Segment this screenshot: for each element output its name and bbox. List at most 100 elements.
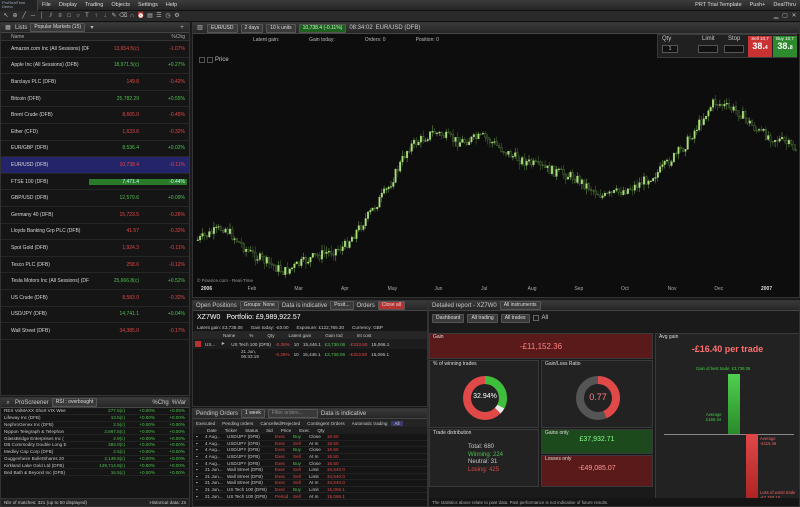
positions-tab[interactable]: Open Positions	[196, 303, 237, 309]
list-item[interactable]: Wall Street (DFB) 34,385.0 -0.17%	[1, 323, 189, 340]
report-tab[interactable]: Detailed report - XZ7W0	[432, 303, 497, 309]
window-max-icon[interactable]: ▢	[781, 12, 789, 20]
col-pct[interactable]: %Chg	[139, 34, 187, 40]
screener-selector[interactable]: RSI : overbought	[51, 398, 98, 407]
menu-trading[interactable]: Trading	[81, 2, 107, 8]
screener-title[interactable]: ProScreener	[15, 400, 49, 406]
menu-help[interactable]: Help	[162, 2, 181, 8]
list-item[interactable]: EUR/GBP (DFB) 8,536.4 +0.02%	[1, 141, 189, 158]
list-item[interactable]: Apple Inc (All Sessions) (DFB) 18,971.5(c…	[1, 58, 189, 75]
ord-col-ticker[interactable]: Ticker	[225, 428, 237, 433]
screener-row[interactable]: Lifeway Inc (DFB) 13.5(c) +0.00% +0.00%	[1, 415, 189, 422]
instrument-selector[interactable]: EUR/USD	[207, 23, 238, 33]
dealthru-menu[interactable]: DealThru	[769, 2, 800, 8]
screener-row[interactable]: Medley Cap Corp (DFB) 2.5(c) +0.00% +0.00%	[1, 449, 189, 456]
zoom-icon[interactable]: ⊕	[11, 12, 19, 20]
list-item[interactable]: Tesco PLC (DFB) 258.6 -0.12%	[1, 257, 189, 274]
order-row[interactable]: ▪ 21 Jun... Wall Street (DFB) Exec Sell Limit…	[193, 467, 427, 474]
fibonacci-icon[interactable]: ≡	[56, 12, 64, 20]
all-checkbox[interactable]	[532, 315, 539, 321]
template-menu[interactable]: PRT Trial Template	[691, 2, 745, 8]
orders-tab-item[interactable]: All	[391, 420, 403, 426]
orders-tab-item[interactable]: Automatic trading	[349, 421, 391, 426]
list-icon[interactable]: ☰	[155, 12, 163, 20]
rectangle-icon[interactable]: □	[65, 12, 73, 20]
menu-objects[interactable]: Objects	[107, 2, 134, 8]
ord-col-exec[interactable]: Exec	[299, 428, 309, 433]
add-icon[interactable]: +	[178, 24, 186, 32]
list-item[interactable]: Barclays PLC (DFB) 149.8 -0.42%	[1, 74, 189, 91]
list-item[interactable]: Germany 40 (DFB) 15,723.5 -0.26%	[1, 207, 189, 224]
list-item[interactable]: Amazon.com Inc (All Sessions) (DFB) 13,65…	[1, 41, 189, 58]
screener-row[interactable]: Bed Bath & Beyond Inc (DFB) 16.5(c) +0.00%…	[1, 469, 189, 476]
chart-type-icon[interactable]: ▥	[196, 24, 204, 32]
order-row[interactable]: ▪ 21 Jun... Wall Street (DFB) Exec Sell At m 3…	[193, 480, 427, 487]
orders-tab-item[interactable]: Cancelled/Rejected	[257, 421, 303, 426]
hline-icon[interactable]: ─	[29, 12, 37, 20]
arrow-down-icon[interactable]: ↓	[101, 12, 109, 20]
screener-row[interactable]: DB Commodity Double Long E 383.0(c) +0.00%…	[1, 442, 189, 449]
ellipse-icon[interactable]: ○	[74, 12, 82, 20]
list-item[interactable]: Bitcoin (DFB) 25,782.29 +0.55%	[1, 91, 189, 108]
chart-icon[interactable]: ▤	[146, 12, 154, 20]
screener-row[interactable]: REX VolMAXX Short VIX Wee 277.5(c) +0.00% +…	[1, 408, 189, 415]
close-all-button[interactable]: Close all	[377, 301, 406, 310]
stop-input[interactable]	[724, 45, 744, 53]
qty-input[interactable]: 1	[662, 45, 678, 53]
ord-col-date[interactable]: Date	[207, 428, 217, 433]
position-group-row[interactable]: US... ▸ US Tech 100 (DFB) -0.28% 10 15,4…	[193, 339, 427, 349]
line-icon[interactable]: ╱	[20, 12, 28, 20]
cursor-icon[interactable]: ↖	[2, 12, 10, 20]
order-row[interactable]: ▪ 4 Aug... USD/JPY (DFB) Exec Buy Close 16.50	[193, 434, 427, 441]
list-item[interactable]: Lloyds Banking Grp PLC (DFB) 41.57 -0.32%	[1, 224, 189, 241]
order-row[interactable]: ▪ 4 Aug... USD/JPY (DFB) Exec Buy Close 16.50	[193, 460, 427, 467]
arrow-up-icon[interactable]: ↑	[92, 12, 100, 20]
pencil-icon[interactable]: ✎	[110, 12, 118, 20]
list-item[interactable]: USD/JPY (DFB) 14,741.1 +0.04%	[1, 307, 189, 324]
vline-icon[interactable]: │	[38, 12, 46, 20]
order-check-icon[interactable]: ▪	[193, 461, 205, 466]
list-item[interactable]: Ether (CFD) 1,633.6 -0.32%	[1, 124, 189, 141]
list-item[interactable]: Tesla Motors Inc (All Sessions) (DFB) 25,…	[1, 273, 189, 290]
position-row[interactable]: 21 Jun, 06:33:19 -0.28% 10 15,446.1 £3,7…	[193, 349, 427, 359]
window-min-icon[interactable]: ▁	[772, 12, 780, 20]
order-check-icon[interactable]: ▪	[193, 447, 205, 452]
order-check-icon[interactable]: ▪	[193, 434, 205, 439]
orders-filter-input[interactable]: Filter orders...	[267, 409, 318, 418]
expand-icon[interactable]: ▸	[219, 340, 227, 348]
order-row[interactable]: ▪ 4 Aug... USD/JPY (DFB) Exec Buy Close 16.50	[193, 447, 427, 454]
list-item[interactable]: Brent Crude (DFB) 8,665.0 -0.45%	[1, 107, 189, 124]
period-selector[interactable]: 1 week	[241, 409, 265, 418]
instruments-selector[interactable]: All instruments	[499, 301, 541, 310]
trading-selector[interactable]: All trading	[467, 313, 498, 323]
close-position-icon[interactable]	[195, 341, 201, 347]
settings-icon[interactable]: ⚙	[173, 12, 181, 20]
channel-icon[interactable]: ⫽	[47, 12, 55, 20]
order-check-icon[interactable]: ▪	[193, 494, 205, 499]
magnet-icon[interactable]: ∩	[128, 12, 136, 20]
col-name[interactable]: Name	[1, 34, 89, 40]
order-row[interactable]: ▪ 4 Aug... USD/JPY (DFB) Exec Sell At m 16.50	[193, 454, 427, 461]
candlestick-chart[interactable]	[193, 57, 799, 297]
clock-icon[interactable]: ◷	[164, 12, 172, 20]
ord-col-side[interactable]: Sid	[266, 428, 273, 433]
list-item[interactable]: FTSE 100 (DFB) 7,471.4 -0.44%	[1, 174, 189, 191]
positions-search[interactable]: Posit...	[330, 301, 354, 310]
trades-selector[interactable]: All trades	[500, 313, 530, 323]
screener-row[interactable]: Nippon Telegraph & Telephon 2,867.5(c) +0.…	[1, 428, 189, 436]
alarm-icon[interactable]: ⏰	[137, 12, 145, 20]
screener-row[interactable]: GlassBridge Enterprises Inc (2.9(c) +0.00…	[1, 435, 189, 442]
order-check-icon[interactable]: ▪	[193, 480, 205, 485]
pos-col-int[interactable]: Int cost	[357, 333, 372, 338]
menu-file[interactable]: File	[38, 2, 55, 8]
dashboard-selector[interactable]: Dashboard	[432, 313, 465, 323]
order-check-icon[interactable]: ▪	[193, 454, 205, 459]
screener-row[interactable]: Kirkland Lake Gold Ltd (DFB) 149,714.8(c)…	[1, 462, 189, 470]
menu-settings[interactable]: Settings	[134, 2, 162, 8]
list-selector[interactable]: Popular Markets (15)	[30, 23, 86, 32]
list-item[interactable]: GBP/USD (DFB) 12,579.6 +0.09%	[1, 190, 189, 207]
window-close-icon[interactable]: ✕	[790, 12, 798, 20]
groups-selector[interactable]: Groups: None	[239, 301, 279, 310]
timeframe-selector[interactable]: 2 days	[240, 23, 264, 33]
order-check-icon[interactable]: ▪	[193, 441, 205, 446]
